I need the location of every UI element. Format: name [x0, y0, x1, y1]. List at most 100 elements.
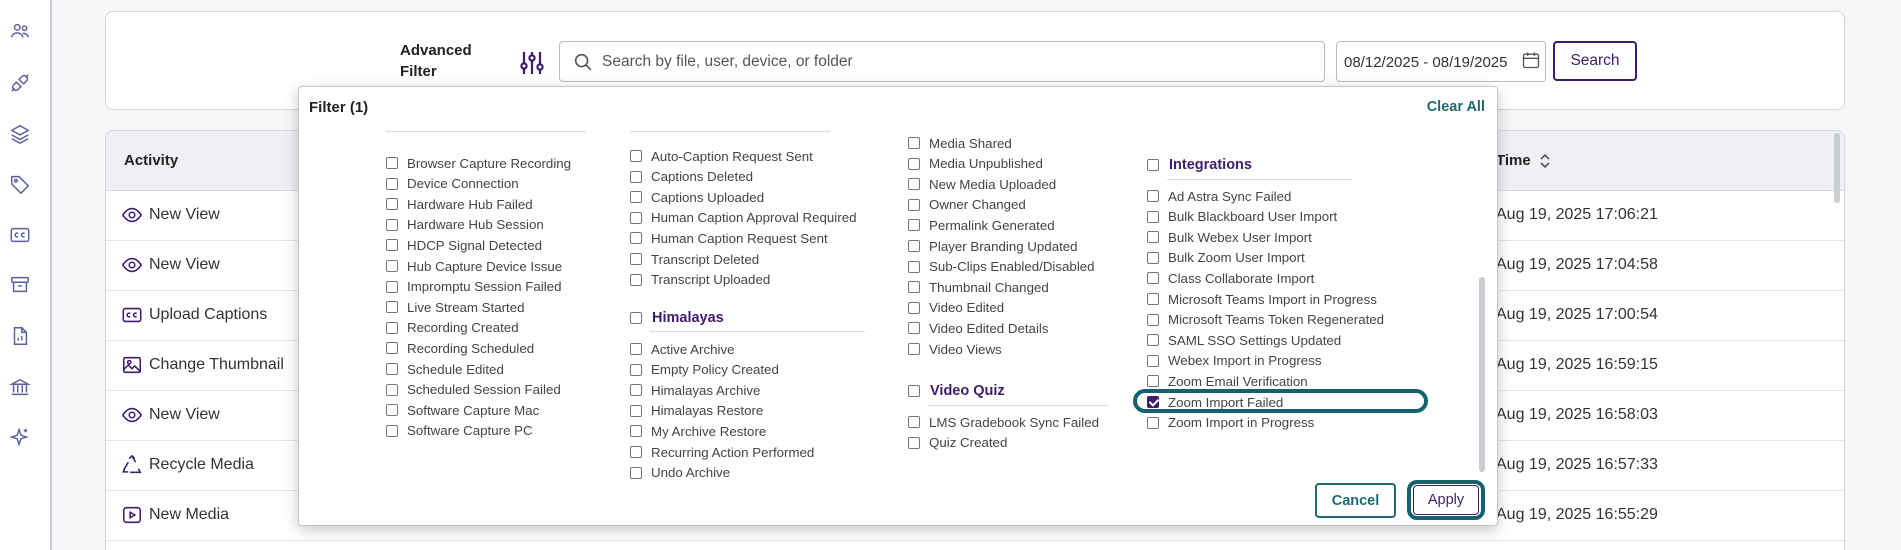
- checkbox[interactable]: [630, 363, 642, 376]
- filter-option[interactable]: Microsoft Teams Token Regenerated: [1147, 311, 1384, 329]
- filter-option[interactable]: LMS Gradebook Sync Failed: [908, 413, 1099, 431]
- checkbox[interactable]: [630, 170, 642, 183]
- checkbox[interactable]: [908, 178, 920, 191]
- filter-option[interactable]: Bulk Zoom User Import: [1147, 249, 1305, 267]
- group-checkbox[interactable]: [630, 312, 642, 324]
- checkbox[interactable]: [908, 157, 920, 170]
- file-chart-icon[interactable]: [8, 324, 32, 348]
- checkbox[interactable]: [908, 240, 920, 252]
- checkbox[interactable]: [386, 424, 398, 437]
- filter-option[interactable]: Media Unpublished: [908, 155, 1043, 173]
- column-header-activity[interactable]: Activity: [124, 152, 178, 169]
- checkbox[interactable]: [386, 363, 398, 375]
- checkbox[interactable]: [1147, 416, 1159, 429]
- checkbox[interactable]: [630, 466, 642, 479]
- filter-option[interactable]: New Media Uploaded: [908, 175, 1056, 193]
- filter-option[interactable]: Recurring Action Performed: [630, 443, 814, 461]
- checkbox[interactable]: [386, 321, 398, 334]
- cancel-button[interactable]: Cancel: [1315, 483, 1396, 518]
- checkbox[interactable]: [386, 404, 398, 417]
- checkbox[interactable]: [908, 137, 920, 149]
- checkbox[interactable]: [630, 384, 642, 397]
- filter-option[interactable]: Device Connection: [386, 175, 519, 193]
- checkbox[interactable]: [630, 273, 642, 286]
- sliders-icon[interactable]: [518, 49, 546, 77]
- filter-option[interactable]: Captions Uploaded: [630, 188, 764, 206]
- checkbox[interactable]: [908, 343, 920, 355]
- filter-option[interactable]: HDCP Signal Detected: [386, 236, 542, 254]
- filter-option[interactable]: Video Views: [908, 340, 1002, 358]
- filter-option[interactable]: Hardware Hub Session: [386, 216, 544, 234]
- filter-group-header[interactable]: Integrations: [1147, 155, 1252, 175]
- checkbox[interactable]: [630, 404, 642, 417]
- filter-option[interactable]: Bulk Blackboard User Import: [1147, 208, 1337, 226]
- layers-icon[interactable]: [8, 122, 32, 146]
- apply-button-highlight[interactable]: Apply: [1407, 480, 1485, 520]
- filter-option[interactable]: Impromptu Session Failed: [386, 278, 561, 296]
- checkbox[interactable]: [630, 150, 642, 162]
- filter-option[interactable]: Himalayas Restore: [630, 402, 763, 420]
- filter-option[interactable]: Player Branding Updated: [908, 237, 1078, 255]
- checkbox[interactable]: [1147, 272, 1159, 285]
- filter-option[interactable]: Software Capture Mac: [386, 401, 539, 419]
- search-button[interactable]: Search: [1553, 41, 1637, 81]
- checkbox[interactable]: [908, 219, 920, 232]
- filter-option[interactable]: Owner Changed: [908, 196, 1026, 214]
- checkbox[interactable]: [630, 343, 642, 355]
- checkbox[interactable]: [1147, 375, 1159, 388]
- checkbox[interactable]: [386, 383, 398, 396]
- filter-option[interactable]: Recording Scheduled: [386, 339, 534, 357]
- tag-icon[interactable]: [8, 172, 32, 196]
- filter-option[interactable]: My Archive Restore: [630, 422, 766, 440]
- filter-group-header[interactable]: Himalayas: [630, 308, 724, 328]
- filter-option[interactable]: Video Edited: [908, 299, 1004, 317]
- filter-option[interactable]: Video Edited Details: [908, 319, 1049, 337]
- checkbox[interactable]: [386, 239, 398, 252]
- filter-option[interactable]: Bulk Webex User Import: [1147, 228, 1312, 246]
- checkbox[interactable]: [386, 198, 398, 211]
- checkbox[interactable]: [1147, 396, 1159, 408]
- filter-option[interactable]: Recording Created: [386, 319, 519, 337]
- checkbox[interactable]: [630, 446, 642, 458]
- column-header-time[interactable]: Time: [1496, 152, 1531, 169]
- sort-icon[interactable]: [1538, 151, 1552, 171]
- checkbox[interactable]: [1147, 251, 1159, 264]
- filter-option[interactable]: Quiz Created: [908, 434, 1007, 452]
- filter-option[interactable]: Empty Policy Created: [630, 361, 779, 379]
- checkbox[interactable]: [386, 157, 398, 169]
- filter-option[interactable]: Webex Import in Progress: [1147, 352, 1321, 370]
- filter-option[interactable]: Auto-Caption Request Sent: [630, 147, 813, 165]
- filter-option[interactable]: Zoom Email Verification: [1147, 372, 1308, 390]
- checkbox[interactable]: [908, 416, 920, 428]
- search-input[interactable]: [602, 42, 1302, 81]
- filter-option[interactable]: Active Archive: [630, 340, 735, 358]
- filter-option[interactable]: Hardware Hub Failed: [386, 195, 533, 213]
- filter-option[interactable]: Ad Astra Sync Failed: [1147, 187, 1291, 205]
- users-icon[interactable]: [8, 19, 32, 43]
- checkbox[interactable]: [630, 232, 642, 245]
- filter-option[interactable]: Thumbnail Changed: [908, 278, 1049, 296]
- checkbox[interactable]: [1147, 354, 1159, 367]
- calendar-icon[interactable]: [1521, 50, 1543, 72]
- filter-option[interactable]: Microsoft Teams Import in Progress: [1147, 290, 1377, 308]
- filter-option[interactable]: Transcript Uploaded: [630, 271, 770, 289]
- checkbox[interactable]: [908, 198, 920, 211]
- checkbox[interactable]: [908, 260, 920, 273]
- checkbox[interactable]: [386, 218, 398, 231]
- filter-option[interactable]: Undo Archive: [630, 464, 730, 482]
- filter-option[interactable]: Scheduled Session Failed: [386, 381, 561, 399]
- filter-option[interactable]: Software Capture PC: [386, 422, 533, 440]
- checkbox[interactable]: [1147, 210, 1159, 223]
- checkbox[interactable]: [386, 342, 398, 355]
- checkbox[interactable]: [1147, 293, 1159, 305]
- filter-option[interactable]: Zoom Import in Progress: [1147, 414, 1314, 432]
- filter-option[interactable]: Live Stream Started: [386, 298, 525, 316]
- checkbox[interactable]: [908, 436, 920, 449]
- checkbox[interactable]: [1147, 313, 1159, 326]
- checkbox[interactable]: [908, 281, 920, 294]
- filter-group-header[interactable]: Video Quiz: [908, 381, 1005, 401]
- archive-icon[interactable]: [8, 273, 32, 297]
- checkbox[interactable]: [1147, 231, 1159, 244]
- checkbox[interactable]: [386, 280, 398, 293]
- clear-all-link[interactable]: Clear All: [1427, 99, 1485, 115]
